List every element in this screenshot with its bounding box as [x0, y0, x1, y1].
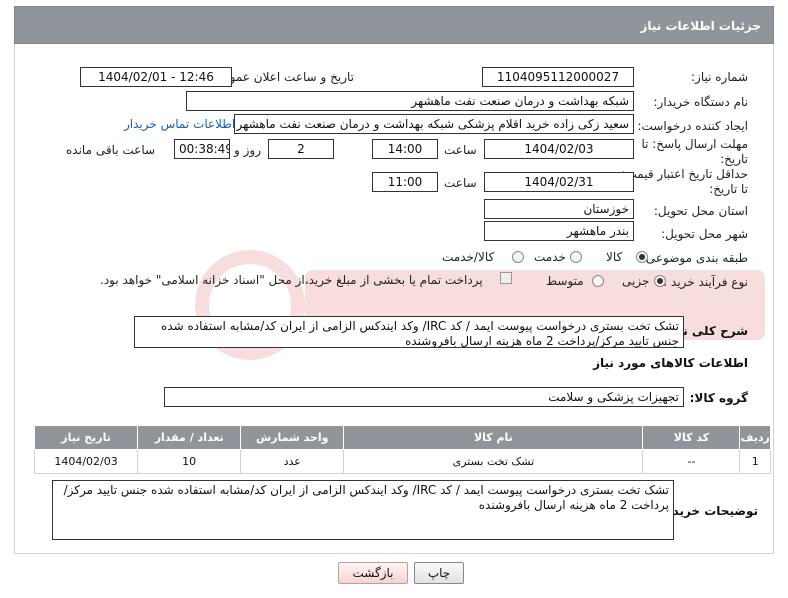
- price-date-field[interactable]: 1404/02/31: [484, 172, 634, 192]
- category-option-service: خدمت: [534, 250, 566, 264]
- category-label: طبقه بندی موضوعی:: [641, 251, 748, 265]
- process-option-minor: جزیی: [622, 274, 650, 288]
- category-radio-goods-service[interactable]: [512, 251, 524, 263]
- goods-group-label: گروه کالا:: [689, 391, 748, 405]
- category-option-goods-service: کالا/خدمت: [442, 250, 495, 264]
- reply-date-field[interactable]: 1404/02/03: [484, 139, 634, 159]
- price-time-field[interactable]: 11:00: [372, 172, 438, 192]
- buyer-notes-text[interactable]: تشک تخت بستری درخواست پیوست ایمد / کد IR…: [52, 480, 674, 540]
- reply-time-label: ساعت: [444, 143, 477, 157]
- goods-table: ردیف کد کالا نام کالا واحد شمارش تعداد /…: [33, 425, 771, 474]
- goods-section-title: اطلاعات کالاهای مورد نیاز: [593, 356, 748, 370]
- buyer-org-label: نام دستگاه خریدار:: [653, 95, 749, 109]
- treasury-payment-note: پرداخت تمام یا بخشی از مبلغ خرید،از محل …: [100, 273, 483, 287]
- col-date: تاریخ نیاز: [33, 425, 139, 450]
- process-radio-minor[interactable]: [654, 275, 666, 287]
- cell-date: 1404/02/03: [33, 449, 139, 474]
- col-code: کد کالا: [642, 425, 741, 450]
- days-field[interactable]: 2: [268, 139, 334, 159]
- description-text[interactable]: تشک تخت بستری درخواست پیوست ایمد / کد IR…: [134, 316, 684, 348]
- goods-table-header: ردیف کد کالا نام کالا واحد شمارش تعداد /…: [33, 425, 771, 450]
- announce-field[interactable]: 1404/02/01 - 12:46: [80, 67, 232, 87]
- process-radio-medium[interactable]: [592, 275, 604, 287]
- creator-label: ایجاد کننده درخواست:: [637, 119, 748, 133]
- cell-row: 1: [739, 449, 771, 474]
- page-title: جزئیات اطلاعات نیاز: [14, 6, 774, 44]
- goods-group-field[interactable]: تجهیزات پزشکی و سلامت: [164, 387, 684, 407]
- province-label: استان محل تحویل:: [653, 204, 748, 218]
- col-qty: تعداد / مقدار: [137, 425, 242, 450]
- need-number-field[interactable]: 1104095112000027: [482, 67, 634, 87]
- days-label: روز و: [234, 143, 261, 157]
- need-number-label: شماره نیاز:: [691, 70, 748, 84]
- category-radio-service[interactable]: [570, 251, 582, 263]
- page: جزئیات اطلاعات نیاز شماره نیاز: 11040951…: [0, 0, 788, 598]
- buyer-contact-link[interactable]: اطلاعات تماس خریدار: [124, 117, 235, 131]
- col-row: ردیف: [739, 425, 771, 450]
- process-option-medium: متوسط: [546, 274, 584, 288]
- province-field[interactable]: خوزستان: [484, 199, 634, 219]
- price-validity-label: حداقل تاریخ اعتبار قیمت: تا تاریخ:: [621, 167, 748, 196]
- price-time-label: ساعت: [444, 176, 477, 190]
- cell-qty: 10: [137, 449, 242, 474]
- reply-time-field[interactable]: 14:00: [372, 139, 438, 159]
- category-radio-goods[interactable]: [636, 251, 648, 263]
- remaining-time-field[interactable]: 00:38:49: [174, 139, 230, 159]
- back-button[interactable]: بازگشت: [338, 562, 408, 584]
- category-option-goods: کالا: [606, 250, 623, 264]
- process-label: نوع فرآیند خرید :: [663, 275, 748, 289]
- cell-unit: عدد: [240, 449, 345, 474]
- city-label: شهر محل تحویل:: [661, 227, 748, 241]
- col-unit: واحد شمارش: [240, 425, 345, 450]
- cell-code: --: [642, 449, 741, 474]
- remaining-time-label: ساعت باقی مانده: [66, 143, 156, 157]
- print-button[interactable]: چاپ: [414, 562, 464, 584]
- creator-field[interactable]: سعید زکی زاده خرید اقلام پزشکی شبکه بهدا…: [234, 114, 634, 134]
- table-row[interactable]: 1 -- تشک تخت بستری عدد 10 1404/02/03: [33, 449, 771, 474]
- col-name: نام کالا: [343, 425, 644, 450]
- city-field[interactable]: بندر ماهشهر: [484, 221, 634, 241]
- buyer-org-field[interactable]: شبکه بهداشت و درمان صنعت نفت ماهشهر: [186, 91, 634, 111]
- treasury-payment-checkbox[interactable]: [500, 272, 512, 284]
- cell-name: تشک تخت بستری: [343, 449, 644, 474]
- reply-deadline-label: مهلت ارسال پاسخ: تا تاریخ:: [641, 137, 748, 166]
